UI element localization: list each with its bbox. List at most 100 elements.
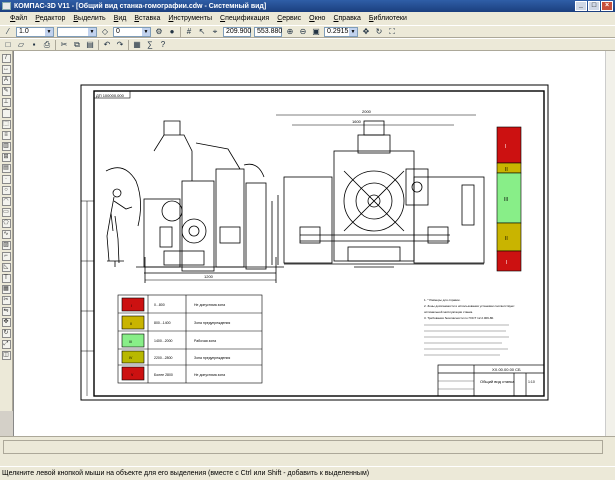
refresh-icon[interactable]: ↻ [374,27,384,37]
grid-icon[interactable]: # [184,27,194,37]
menu-select[interactable]: Выделить [73,15,105,22]
close-button[interactable]: × [601,1,613,11]
menu-insert[interactable]: Вставка [134,15,160,22]
reports-icon[interactable]: ▥ [1,142,11,151]
color-icon[interactable]: ● [167,27,177,37]
zoom-combo[interactable]: 0.2915 ▼ [324,26,358,37]
toolbar-row-2: □ ▱ ▪ ⎙ ✂ ⧉ ▤ ↶ ↷ ▦ ∑ ? [0,38,615,51]
menu-tools[interactable]: Инструменты [168,15,212,22]
scale-icon[interactable]: ⤢ [1,340,11,349]
window-title: КОМПАС-3D V11 - [Общий вид станка-гомогр… [14,2,267,10]
coord-x-field[interactable]: 209.900 [223,26,251,37]
parametrization-icon[interactable]: ⊥ [1,98,11,107]
point-icon[interactable]: · [1,175,11,184]
designations-icon[interactable]: A [1,76,11,85]
vertical-scrollbar[interactable] [605,51,615,436]
legend-range: 2200...2800 [154,356,173,360]
print-icon[interactable]: ⎙ [42,40,52,50]
geometry-icon[interactable]: / [1,54,11,63]
legend-label: Зона предупреждения [194,356,230,360]
properties-strip[interactable] [3,440,603,454]
save-icon[interactable]: ▪ [29,40,39,50]
open-folder-icon[interactable]: ▱ [16,40,26,50]
polygon-icon[interactable]: ⬠ [1,219,11,228]
menu-file[interactable]: Файл [10,15,27,22]
coord-y-field[interactable]: 553.880 [254,26,282,37]
variables-icon[interactable]: ∑ [145,40,155,50]
menu-help[interactable]: Справка [333,15,360,22]
menu-bar: Файл Редактор Выделить Вид Вставка Инстр… [0,12,615,25]
legend-range: 0...800 [154,303,165,307]
title-bar: КОМПАС-3D V11 - [Общий вид станка-гомогр… [0,0,615,12]
trim-icon[interactable]: ✂ [1,296,11,305]
menu-specification[interactable]: Спецификация [220,15,269,22]
paste-icon[interactable]: ▤ [85,40,95,50]
hatch-icon[interactable]: ▨ [1,241,11,250]
text-icon[interactable]: T [1,274,11,283]
mirror-icon[interactable]: ⇋ [1,307,11,316]
view-combo[interactable]: ▼ [57,26,97,37]
arc-icon[interactable]: ◠ [1,197,11,206]
chevron-down-icon[interactable]: ▼ [88,27,96,36]
doc-number: ХХ.00.00.00 СБ [492,367,521,372]
dimension-label: 1200 [204,274,214,279]
copy-icon[interactable]: ⧉ [72,40,82,50]
legend-range: 800...1400 [154,321,171,325]
dimensions-icon[interactable]: ↔ [1,65,11,74]
rectangle-icon[interactable]: ▭ [1,208,11,217]
properties-icon[interactable]: ⚙ [154,27,164,37]
properties-panel [0,436,615,466]
layers-icon[interactable]: ◫ [1,351,11,360]
drawing-canvas[interactable]: ДП 100000.000 1200 2000 1600 I II III II… [13,51,615,436]
table-icon[interactable]: ▦ [1,285,11,294]
measure-icon[interactable]: ⌒ [1,109,11,118]
chamfer-icon[interactable]: ◺ [1,263,11,272]
line-style-icon[interactable]: ⁄ [3,27,13,37]
spline-icon[interactable]: ∿ [1,230,11,239]
chevron-down-icon[interactable]: ▼ [349,27,357,36]
snap-icon[interactable]: ⌖ [210,27,220,37]
menu-service[interactable]: Сервис [277,15,301,22]
scale-combo[interactable]: 1.0 ▼ [16,26,54,37]
menu-window[interactable]: Окно [309,15,325,22]
move-icon[interactable]: ✥ [1,318,11,327]
legend-range: Более 2800 [154,373,173,377]
layer-combo[interactable]: 0 ▼ [113,26,151,37]
sheet-scale: 1:10 [528,380,535,384]
library-icon[interactable]: ▤ [1,164,11,173]
insert-icon[interactable]: ⊞ [1,153,11,162]
menu-view[interactable]: Вид [114,15,127,22]
fillet-icon[interactable]: ⌐ [1,252,11,261]
svg-text:1. * Размеры для справок.: 1. * Размеры для справок. [424,298,461,302]
menu-libraries[interactable]: Библиотеки [369,15,407,22]
minimize-button[interactable]: _ [575,1,587,11]
new-document-icon[interactable]: □ [3,40,13,50]
select-icon[interactable]: ⬚ [1,120,11,129]
edit-icon[interactable]: ✎ [1,87,11,96]
cut-icon[interactable]: ✂ [59,40,69,50]
maximize-button[interactable]: □ [588,1,600,11]
show-all-icon[interactable]: ⛶ [387,27,397,37]
circle-icon[interactable]: ○ [1,186,11,195]
zone-3 [496,172,522,224]
redo-icon[interactable]: ↷ [115,40,125,50]
help-icon[interactable]: ? [158,40,168,50]
chevron-down-icon[interactable]: ▼ [142,27,150,36]
zoom-window-icon[interactable]: ▣ [311,27,321,37]
rotate-icon[interactable]: ↻ [1,329,11,338]
toolbar-row-1: ⁄ 1.0 ▼ ▼ ◇ 0 ▼ ⚙ ● # ↖ ⌖ 209.900 553.88… [0,25,615,38]
pan-icon[interactable]: ✥ [361,27,371,37]
scale-value: 1.0 [19,27,29,35]
cursor-icon[interactable]: ↖ [197,27,207,37]
layer-icon[interactable]: ◇ [100,27,110,37]
app-icon [2,2,11,10]
zoom-out-icon[interactable]: ⊖ [298,27,308,37]
menu-editor[interactable]: Редактор [35,15,65,22]
spec-icon[interactable]: ≡ [1,131,11,140]
undo-icon[interactable]: ↶ [102,40,112,50]
manager-icon[interactable]: ▦ [132,40,142,50]
chevron-down-icon[interactable]: ▼ [45,27,53,36]
zone-mark: I [506,260,507,266]
legend-mark: II [130,322,132,326]
zoom-in-icon[interactable]: ⊕ [285,27,295,37]
